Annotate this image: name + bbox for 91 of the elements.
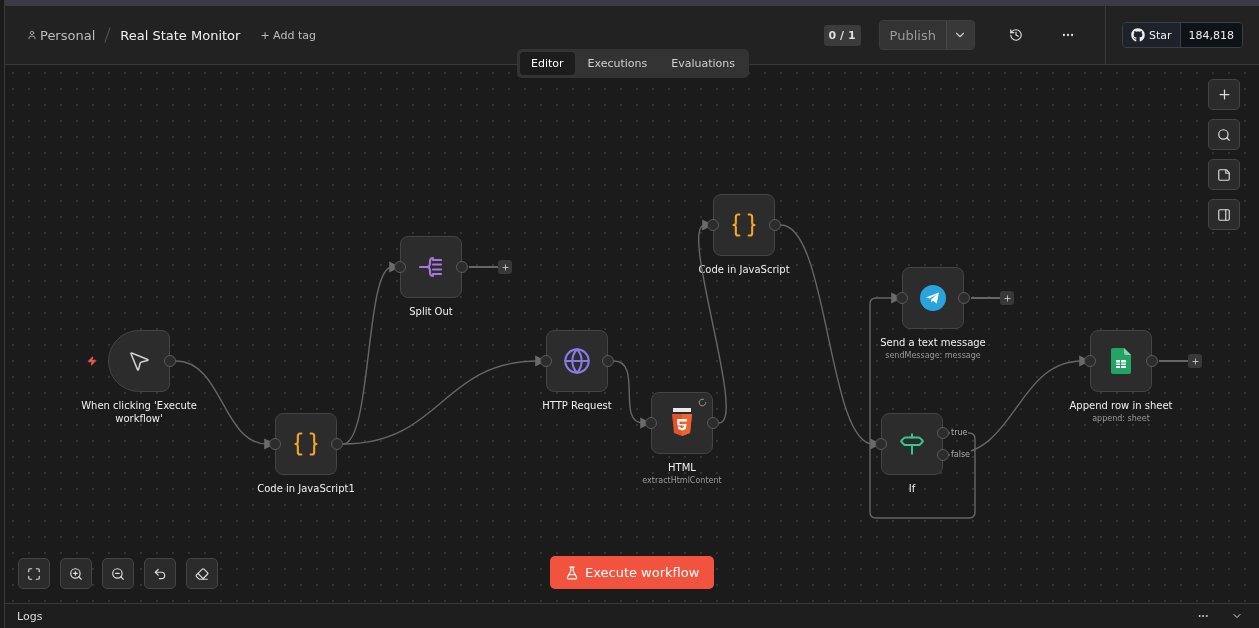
side-panel-button[interactable] [1208,199,1240,230]
workflow-node[interactable] [546,330,608,392]
workflow-node[interactable] [881,413,943,475]
output-handle[interactable] [456,261,468,273]
undo-button[interactable] [144,558,176,589]
node-label: If [908,482,916,495]
node-label: Code in JavaScript [698,263,790,276]
output-handle[interactable] [602,355,614,367]
search-icon [1217,127,1231,142]
node-subtitle: extractHtmlContent [642,476,722,485]
plus-icon [1190,356,1200,366]
input-handle[interactable] [394,261,406,273]
workflow-node[interactable] [108,330,170,392]
input-handle[interactable] [645,417,657,429]
add-node-button[interactable] [1188,354,1202,368]
zoom-in-icon [69,566,83,581]
add-node-button[interactable] [1208,79,1240,110]
html5-shield-icon [671,408,693,438]
signpost-icon [899,431,925,457]
history-icon [1008,28,1023,42]
plus-icon [1002,293,1012,303]
workflow-node[interactable] [902,267,964,329]
output-handle[interactable] [937,449,949,461]
node-label: HTTP Request [542,399,612,412]
node-label: Code in JavaScript1 [257,482,355,495]
input-handle[interactable] [896,292,908,304]
input-handle[interactable] [875,438,887,450]
sticky-note-icon [1217,167,1231,182]
version-counter: 0 / 1 [823,24,861,46]
add-node-button[interactable] [498,260,512,274]
view-tab[interactable]: Evaluations [660,52,747,75]
workflow-node[interactable] [651,392,713,454]
search-button[interactable] [1208,119,1240,150]
node-label: Append row in sheet [1069,399,1173,412]
connection-line [469,266,498,268]
github-star-button[interactable]: Star 184,818 [1121,22,1243,48]
workflow-node[interactable] [713,194,775,256]
undo-icon [153,566,167,581]
spreadsheet-icon [1111,348,1131,374]
github-icon [1130,28,1145,42]
braces-icon [292,430,320,458]
plus-icon [1216,87,1232,102]
workflow-node[interactable] [1090,330,1152,392]
node-label: When clicking 'Execute workflow' [80,399,198,425]
workflow-name[interactable]: Real State Monitor [120,27,241,43]
connection-line [1159,360,1188,362]
node-subtitle: append: sheet [1092,414,1150,423]
fit-view-button[interactable] [18,558,50,589]
braces-icon [730,211,758,239]
plus-icon [500,262,510,272]
output-handle[interactable] [1146,355,1158,367]
flask-icon [565,565,579,580]
input-handle[interactable] [1084,355,1096,367]
output-handle[interactable] [769,219,781,231]
zoom-in-button[interactable] [60,558,92,589]
output-handle[interactable] [958,292,970,304]
eraser-button[interactable] [186,558,218,589]
cursor-icon [127,349,151,373]
side-panel-icon [1217,207,1231,222]
output-label: true [950,428,969,438]
lightning-icon [87,356,97,366]
workflow-node[interactable] [400,236,462,298]
output-handle[interactable] [937,427,949,439]
node-label: HTML [668,461,696,474]
globe-icon [563,347,591,375]
zoom-out-button[interactable] [102,558,134,589]
output-label: false [950,450,972,460]
input-handle[interactable] [540,355,552,367]
add-node-button[interactable] [1000,291,1014,305]
sticky-note-button[interactable] [1208,159,1240,190]
input-handle[interactable] [707,219,719,231]
fit-view-icon [27,566,41,581]
output-handle[interactable] [164,355,176,367]
view-tab[interactable]: Editor [520,52,575,75]
output-handle[interactable] [707,417,719,429]
input-handle[interactable] [269,438,281,450]
logs-title: Logs [17,609,43,623]
add-tag-link[interactable]: + Add tag [260,28,316,42]
status-icon [698,398,707,407]
node-subtitle: sendMessage: message [885,351,981,360]
split-icon [418,255,444,279]
workflow-node[interactable] [275,413,337,475]
project-link[interactable]: Personal [27,27,96,43]
user-icon [27,30,37,40]
paper-plane-icon [920,285,946,311]
node-label: Send a text message [880,336,986,349]
node-label: Split Out [409,305,453,318]
eraser-icon [195,566,209,581]
zoom-out-icon [111,566,125,581]
view-tab[interactable]: Executions [576,52,659,75]
output-handle[interactable] [331,438,343,450]
